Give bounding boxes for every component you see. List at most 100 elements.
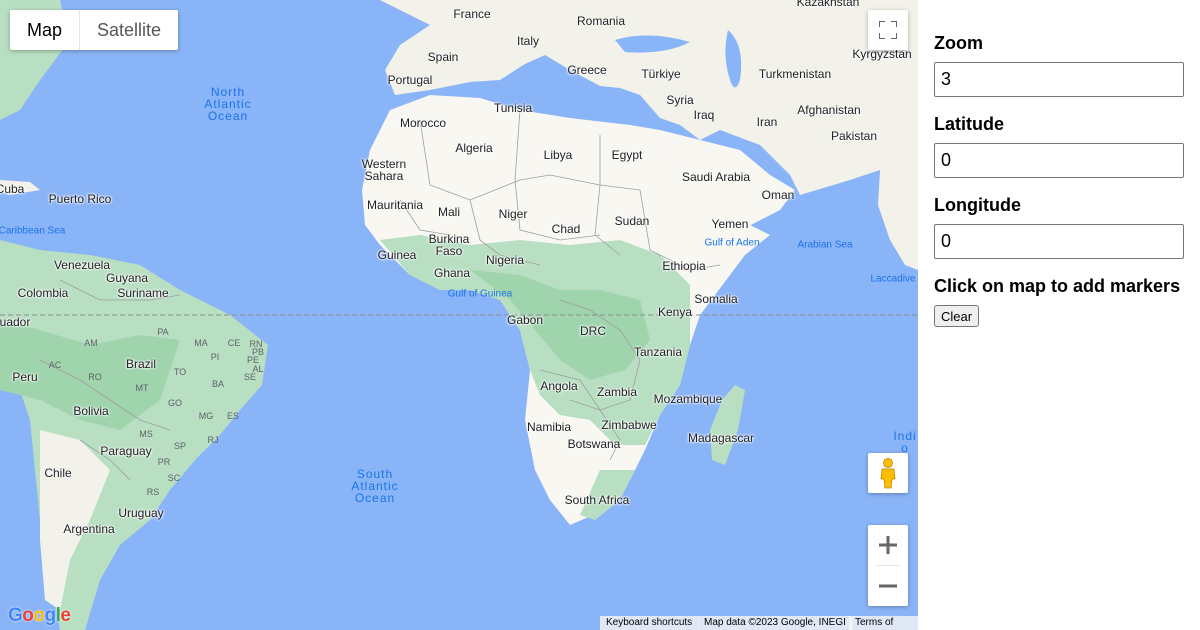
sea-label: Arabian Sea [797,239,853,251]
country-label: Guyana [105,271,149,285]
ocean-label: South Atlantic Ocean [351,467,399,505]
state-label: PI [210,352,220,362]
fullscreen-button[interactable] [868,10,908,50]
country-label: Ethiopia [662,259,706,273]
country-label: Madagascar [687,431,755,445]
state-label: RO [88,372,102,382]
sea-label: Gulf of Aden [704,237,760,249]
state-label: SE [243,372,257,382]
country-label: Angola [540,379,578,393]
country-label: Cuba [0,182,25,196]
country-label: Turkmenistan [758,67,832,81]
map-view[interactable]: France Romania Kazakhstan Italy Spain Kyrgyzs… [0,0,918,630]
ocean-label: Indi o [893,429,917,455]
country-label: Tanzania [633,345,683,359]
country-label: DRC [580,324,606,338]
state-label: TO [173,367,187,377]
plus-icon [879,536,897,554]
state-label: AC [48,360,62,370]
longitude-label: Longitude [934,195,1021,215]
country-label: Mozambique [653,392,723,406]
minus-icon [879,584,897,588]
country-label: Botswana [567,437,621,451]
country-label: Libya [543,148,573,162]
map-type-map-button[interactable]: Map [10,10,79,50]
country-label: Suriname [117,286,169,300]
sea-label: Gulf of Guinea [447,288,513,300]
state-label: SP [173,441,187,451]
zoom-in-button[interactable] [868,525,908,565]
country-label: Paraguay [100,444,152,458]
country-label: Zimbabwe [601,418,657,432]
country-label: Peru [12,370,38,384]
country-label: Zambia [596,385,638,399]
state-label: CE [227,338,241,348]
state-label: MS [139,429,153,439]
zoom-label: Zoom [934,33,983,53]
country-label: South Africa [564,493,630,507]
country-label: Mauritania [366,198,424,212]
longitude-input[interactable] [934,224,1184,259]
ocean-label: North Atlantic Ocean [204,85,252,123]
sea-label: Laccadive [870,273,916,285]
country-label: Namibia [526,420,572,434]
country-label: Kenya [657,305,693,319]
country-label: Romania [576,14,626,28]
country-label: Nigeria [485,253,525,267]
state-label: PA [157,327,169,337]
country-label: Mali [437,205,461,219]
country-label: Iraq [693,108,715,122]
country-label: Puerto Rico [48,192,112,206]
sea-label: Caribbean Sea [0,225,66,237]
street-view-pegman-button[interactable] [868,453,908,493]
country-label: Burkina Faso [428,232,470,258]
country-label: Syria [666,93,694,107]
country-label: Somalia [694,292,738,306]
country-label: Türkiye [641,67,681,81]
fullscreen-icon [879,21,897,39]
map-tiles[interactable] [0,0,918,630]
country-label: Oman [761,188,795,202]
country-label: Portugal [387,73,433,87]
state-label: BA [211,379,225,389]
state-label: RS [146,487,160,497]
state-label: MT [135,383,149,393]
country-label: Italy [516,34,540,48]
country-label: Guinea [377,248,417,262]
state-label: MG [198,411,214,421]
country-label: Egypt [611,148,643,162]
state-label: SC [167,473,181,483]
zoom-out-button[interactable] [868,566,908,606]
map-type-control[interactable]: Map Satellite [10,10,179,50]
country-label: Sudan [614,214,650,228]
country-label: France [453,7,491,21]
country-label: Chile [44,466,72,480]
country-label: Argentina [63,522,115,536]
terms-of-use-link[interactable]: Terms of Use [849,616,918,630]
country-label: Western Sahara [361,157,407,183]
keyboard-shortcuts-link[interactable]: Keyboard shortcuts [600,616,700,630]
country-label: Brazil [125,357,157,371]
country-label: Chad [551,222,581,236]
map-type-satellite-button[interactable]: Satellite [79,10,178,50]
country-label: Pakistan [830,129,878,143]
clear-button[interactable]: Clear [934,305,980,327]
country-label: uador [0,315,31,329]
country-label: Yemen [711,217,749,231]
state-label: PR [157,457,171,467]
country-label: Venezuela [53,258,111,272]
country-label: Tunisia [493,101,533,115]
country-label: Ghana [433,266,471,280]
zoom-input[interactable] [934,62,1184,97]
country-label: Algeria [455,141,493,155]
latitude-input[interactable] [934,143,1184,178]
state-label: AM [84,338,98,348]
country-label: Afghanistan [797,103,861,117]
country-label: Iran [756,115,778,129]
state-label: MA [194,338,208,348]
zoom-control[interactable] [868,525,908,606]
state-label: RJ [207,435,219,445]
map-data-attribution: Map data ©2023 Google, INEGI [698,616,853,630]
country-label: Greece [567,63,607,77]
country-label: Niger [498,207,528,221]
